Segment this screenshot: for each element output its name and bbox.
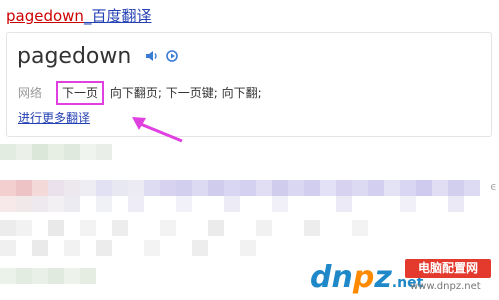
edge-char: ϵ [490,180,497,193]
highlighted-translation: 下一页 [56,81,105,105]
replay-icon[interactable] [165,49,179,63]
translation-card: pagedown 网络 下一页 向下翻页; 下一页键; 向下翻; 进行更多翻译 [6,32,492,137]
speaker-icon[interactable] [145,49,159,63]
search-result-title[interactable]: pagedown_百度翻译 [6,6,151,26]
other-translations: 向下翻页; 下一页键; 向下翻; [109,86,262,100]
watermark-logo-part: dn [310,260,353,295]
source-label: 网络 [18,86,43,100]
result-title-keyword[interactable]: pagedown [6,7,84,25]
result-title-site[interactable]: _百度翻译 [84,7,152,25]
annotation-arrow [132,117,183,143]
translation-row: 网络 下一页 向下翻页; 下一页键; 向下翻; [18,81,262,105]
headword: pagedown [17,44,132,69]
watermark-logo-part: z [374,260,392,295]
more-translation-link[interactable]: 进行更多翻译 [18,109,90,126]
watermark-badge: 电脑配置网 [405,259,491,278]
watermark-url: www.dnpz.net [410,281,481,292]
watermark-logo-part: p [352,260,375,295]
